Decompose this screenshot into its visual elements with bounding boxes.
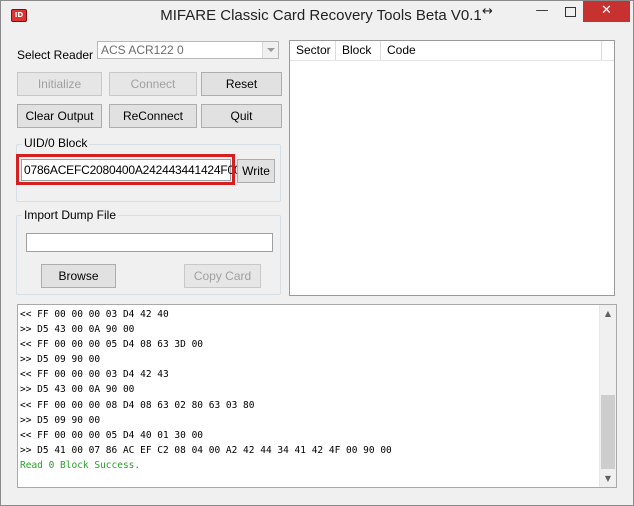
list-header: Sector Block Code [290, 41, 614, 61]
scroll-thumb[interactable] [601, 395, 615, 469]
select-reader-label: Select Reader [17, 48, 94, 62]
connect-button[interactable]: Connect [109, 72, 197, 96]
reconnect-button[interactable]: ReConnect [109, 104, 197, 128]
output-log[interactable]: << FF 00 00 00 03 D4 42 40 >> D5 43 00 0A… [17, 304, 617, 488]
reader-select-value: ACS ACR122 0 [101, 43, 184, 57]
column-header-sector[interactable]: Sector [290, 41, 336, 60]
minimize-button[interactable]: — [529, 1, 555, 22]
log-success-line: Read 0 Block Success. [20, 459, 141, 471]
copy-card-button[interactable]: Copy Card [184, 264, 261, 288]
quit-button[interactable]: Quit [201, 104, 282, 128]
maximize-button[interactable] [557, 1, 583, 22]
initialize-button[interactable]: Initialize [17, 72, 102, 96]
import-dump-title: Import Dump File [22, 208, 119, 222]
reader-select[interactable]: ACS ACR122 0 [97, 41, 279, 59]
scroll-down-icon[interactable]: ▼ [600, 470, 616, 487]
log-line: >> D5 09 90 00 [20, 354, 101, 366]
app-window: ID MIFARE Classic Card Recovery Tools Be… [0, 0, 634, 506]
window-title: MIFARE Classic Card Recovery Tools Beta … [160, 7, 482, 24]
log-line: >> D5 43 00 0A 90 00 [20, 324, 135, 336]
sector-list-view[interactable]: Sector Block Code [289, 40, 615, 296]
close-button[interactable]: ✕ [583, 1, 630, 22]
log-line: >> D5 09 90 00 [20, 414, 101, 426]
log-line: << FF 00 00 00 05 D4 08 63 3D 00 [20, 339, 204, 351]
column-header-block[interactable]: Block [336, 41, 381, 60]
scroll-up-icon[interactable]: ▲ [600, 305, 616, 322]
browse-button[interactable]: Browse [41, 264, 116, 288]
log-line: << FF 00 00 00 05 D4 40 01 30 00 [20, 429, 204, 441]
title-bar[interactable]: ID MIFARE Classic Card Recovery Tools Be… [1, 1, 633, 31]
log-line: << FF 00 00 00 03 D4 42 40 [20, 309, 169, 320]
uid-block-title: UID/0 Block [22, 136, 90, 150]
write-button[interactable]: Write [237, 159, 275, 183]
log-scrollbar[interactable]: ▲ ▼ [599, 305, 616, 487]
clear-output-button[interactable]: Clear Output [17, 104, 102, 128]
log-line: >> D5 43 00 0A 90 00 [20, 384, 135, 396]
chevron-down-icon[interactable] [262, 42, 278, 58]
log-lines: << FF 00 00 00 03 D4 42 40 >> D5 43 00 0A… [20, 307, 598, 473]
dump-file-path-input[interactable] [26, 233, 273, 252]
column-header-code[interactable]: Code [381, 41, 602, 60]
log-line: << FF 00 00 00 03 D4 42 43 [20, 369, 169, 381]
log-line: << FF 00 00 00 08 D4 08 63 02 80 63 03 8… [20, 399, 255, 411]
log-line: >> D5 41 00 07 86 AC EF C2 08 04 00 A2 4… [20, 444, 392, 456]
reset-button[interactable]: Reset [201, 72, 282, 96]
resize-arrows-icon: ↔ [482, 4, 493, 19]
app-icon: ID [11, 9, 27, 22]
maximize-icon [564, 7, 576, 17]
uid-highlight-box [16, 154, 235, 185]
